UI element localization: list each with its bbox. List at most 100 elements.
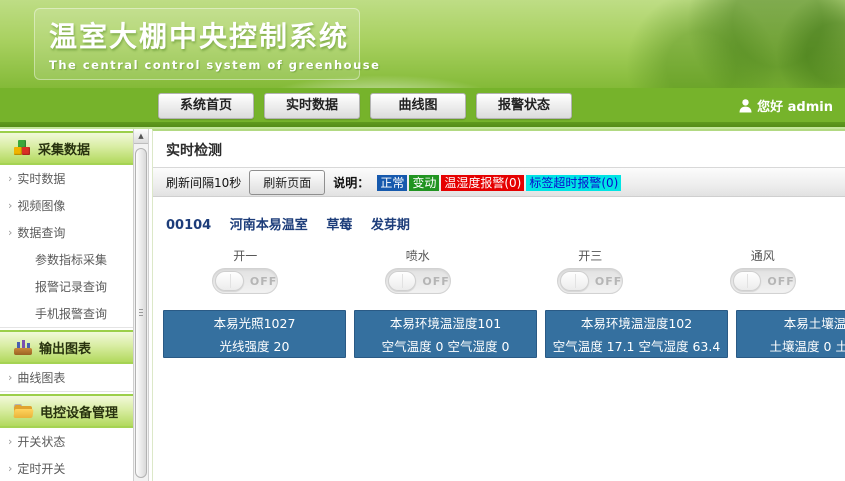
sidebar-item-mobile-alarm-query[interactable]: 手机报警查询 xyxy=(0,300,133,327)
chevron-right-icon: › xyxy=(8,462,12,475)
sensor-card-title: 本易环境温湿度101 xyxy=(355,313,536,332)
chart-box-icon xyxy=(14,340,32,355)
sensor-card-values: 光线强度 20 xyxy=(164,336,345,355)
sidebar-item-curve-charts[interactable]: › 曲线图表 xyxy=(0,364,133,391)
sidebar-divider xyxy=(0,327,133,328)
refresh-page-button[interactable]: 刷新页面 xyxy=(249,170,325,195)
sidebar-item-parameter-collect[interactable]: 参数指标采集 xyxy=(0,246,133,273)
chevron-right-icon: › xyxy=(8,172,12,185)
legend-label: 说明： xyxy=(333,174,369,191)
tab-realtime-data[interactable]: 实时数据 xyxy=(264,93,360,119)
toggle-knob xyxy=(733,271,762,291)
toggle-knob xyxy=(388,271,417,291)
sidebar-item-switch-status[interactable]: › 开关状态 xyxy=(0,428,133,455)
sensor-card-env-101: 本易环境温湿度101 空气温度 0 空气湿度 0 xyxy=(354,310,537,358)
legend-badge-temp-humidity-alarm: 温湿度报警(0) xyxy=(441,175,524,191)
sensor-card-title: 本易环境温湿度102 xyxy=(546,313,727,332)
toggle-state-label: OFF xyxy=(422,275,449,288)
toggle-state-label: OFF xyxy=(767,275,794,288)
greenhouse-row[interactable]: 00104 河南本易温室 草莓 发芽期 xyxy=(166,214,845,233)
sidebar-section-title: 输出图表 xyxy=(39,338,91,357)
sidebar-item-video-image[interactable]: › 视频图像 xyxy=(0,192,133,219)
logo: 温室大棚中央控制系统 The central control system of… xyxy=(34,8,360,80)
switch-label: 开三 xyxy=(578,247,602,264)
toggle-knob xyxy=(560,271,589,291)
user-greeting[interactable]: 您好 admin xyxy=(739,96,833,115)
sidebar: 采集数据 › 实时数据 › 视频图像 › 数据查询 参数指标采集 报警记录查询 … xyxy=(0,129,133,481)
switch-row: 开一 OFF 喷水 OFF 开三 xyxy=(163,247,845,294)
sidebar-divider xyxy=(0,391,133,392)
sidebar-section-output-charts[interactable]: 输出图表 xyxy=(0,330,133,364)
sidebar-item-realtime-data[interactable]: › 实时数据 xyxy=(0,165,133,192)
toggle-state-label: OFF xyxy=(595,275,622,288)
main-nav: 系统首页 实时数据 曲线图 报警状态 您好 admin xyxy=(0,88,845,122)
user-icon xyxy=(739,99,752,113)
nav-tabs: 系统首页 实时数据 曲线图 报警状态 xyxy=(158,93,572,119)
chevron-right-icon: › xyxy=(8,199,12,212)
sidebar-item-label: 参数指标采集 xyxy=(35,251,107,268)
switch-column-ventilation: 通风 OFF xyxy=(681,247,845,294)
header-banner: 温室大棚中央控制系统 The central control system of… xyxy=(0,0,845,88)
tab-curve-chart[interactable]: 曲线图 xyxy=(370,93,466,119)
sidebar-item-label: 报警记录查询 xyxy=(35,278,107,295)
sensor-card-title: 本易光照1027 xyxy=(164,313,345,332)
sidebar-item-label: 定时开关 xyxy=(17,460,65,477)
toggle-switch-kai-san[interactable]: OFF xyxy=(557,268,623,294)
sidebar-item-label: 数据查询 xyxy=(17,224,65,241)
greenhouse-stage: 发芽期 xyxy=(371,218,410,233)
switch-column-kai-yi: 开一 OFF xyxy=(163,247,328,294)
chevron-right-icon: › xyxy=(8,371,12,384)
greenhouse-name: 河南本易温室 xyxy=(230,218,308,233)
sensor-card-row: 本易光照1027 光线强度 20 本易环境温湿度101 空气温度 0 空气湿度 … xyxy=(163,310,845,358)
greeting-text: 您好 admin xyxy=(757,96,833,115)
sidebar-section-title: 采集数据 xyxy=(38,139,90,158)
toggle-switch-ventilation[interactable]: OFF xyxy=(730,268,796,294)
switch-column-kai-san: 开三 OFF xyxy=(508,247,673,294)
panel-title: 实时检测 xyxy=(153,131,845,167)
main-panel: 实时检测 刷新间隔10秒 刷新页面 说明： 正常变动温湿度报警(0)标签超时报警… xyxy=(152,129,845,481)
legend-badge-tag-timeout-alarm: 标签超时报警(0) xyxy=(526,175,621,191)
scrollbar-grip-icon xyxy=(139,309,143,316)
switch-label: 通风 xyxy=(751,247,775,264)
sidebar-item-label: 手机报警查询 xyxy=(35,305,107,322)
sensor-card-values: 空气温度 0 空气湿度 0 xyxy=(355,336,536,355)
sidebar-scrollbar[interactable]: ▲ xyxy=(133,129,149,481)
sensor-card-values: 土壤温度 0 土壤湿度 xyxy=(737,336,845,355)
sidebar-item-data-query[interactable]: › 数据查询 xyxy=(0,219,133,246)
greenhouse-id: 00104 xyxy=(166,218,211,233)
tab-system-home[interactable]: 系统首页 xyxy=(158,93,254,119)
toggle-switch-kai-yi[interactable]: OFF xyxy=(212,268,278,294)
sidebar-item-timed-switch[interactable]: › 定时开关 xyxy=(0,455,133,481)
sidebar-item-alarm-record-query[interactable]: 报警记录查询 xyxy=(0,273,133,300)
toggle-state-label: OFF xyxy=(250,275,277,288)
scroll-up-icon[interactable]: ▲ xyxy=(134,129,148,144)
switch-column-spray: 喷水 OFF xyxy=(336,247,501,294)
cubes-icon xyxy=(14,140,31,156)
tab-alarm-status[interactable]: 报警状态 xyxy=(476,93,572,119)
sensor-card-soil: 本易土壤温湿度 土壤温度 0 土壤湿度 xyxy=(736,310,845,358)
sensor-card-env-102: 本易环境温湿度102 空气温度 17.1 空气湿度 63.4 xyxy=(545,310,728,358)
sidebar-section-collect-data[interactable]: 采集数据 xyxy=(0,131,133,165)
sensor-card-values: 空气温度 17.1 空气湿度 63.4 xyxy=(546,336,727,355)
refresh-interval-label: 刷新间隔10秒 xyxy=(166,174,241,191)
legend-badge-normal: 正常 xyxy=(377,175,407,191)
switch-label: 喷水 xyxy=(406,247,430,264)
sensor-card-light: 本易光照1027 光线强度 20 xyxy=(163,310,346,358)
app-window: 温室大棚中央控制系统 The central control system of… xyxy=(0,0,845,481)
page-body: 采集数据 › 实时数据 › 视频图像 › 数据查询 参数指标采集 报警记录查询 … xyxy=(0,129,845,481)
app-subtitle: The central control system of greenhouse xyxy=(49,58,347,72)
sidebar-item-label: 实时数据 xyxy=(17,170,65,187)
toggle-knob xyxy=(215,271,244,291)
switch-label: 开一 xyxy=(233,247,257,264)
chevron-right-icon: › xyxy=(8,435,12,448)
sensor-card-title: 本易土壤温湿度 xyxy=(737,313,845,332)
scrollbar-thumb[interactable] xyxy=(135,148,147,478)
sidebar-item-label: 开关状态 xyxy=(17,433,65,450)
sidebar-section-device-management[interactable]: 电控设备管理 xyxy=(0,394,133,428)
toggle-switch-spray[interactable]: OFF xyxy=(385,268,451,294)
chevron-right-icon: › xyxy=(8,226,12,239)
sidebar-item-label: 曲线图表 xyxy=(17,369,65,386)
app-title: 温室大棚中央控制系统 xyxy=(49,15,347,55)
legend-badge-change: 变动 xyxy=(409,175,439,191)
toolbar: 刷新间隔10秒 刷新页面 说明： 正常变动温湿度报警(0)标签超时报警(0) xyxy=(153,167,845,197)
